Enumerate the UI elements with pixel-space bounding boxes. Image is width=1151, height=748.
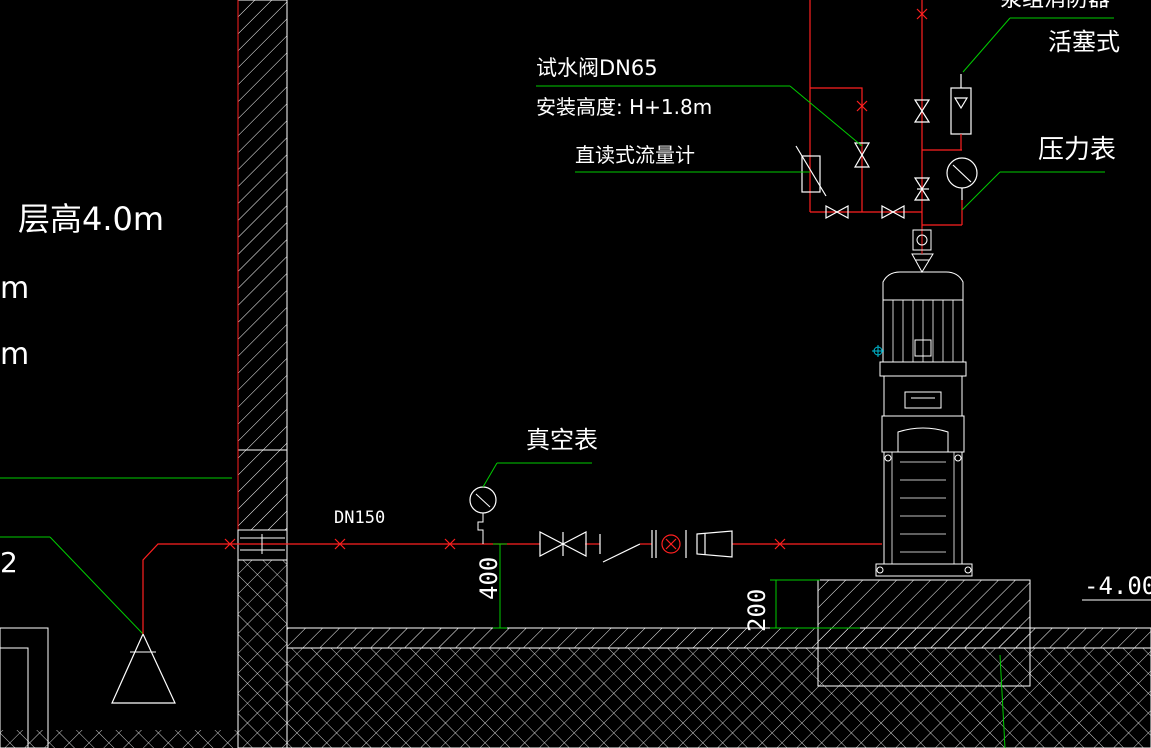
vacuum-gauge-label: 真空表 bbox=[526, 426, 598, 454]
pressure-gauge-label: 压力表 bbox=[1038, 135, 1116, 165]
flow-meter bbox=[795, 145, 827, 197]
rubber-joint bbox=[655, 530, 687, 558]
top-cut-label: 泵组消防器 bbox=[1000, 0, 1110, 12]
dimension-200-label: 200 bbox=[743, 589, 771, 632]
elevation-label: -4.00 bbox=[1084, 572, 1151, 600]
vacuum-gauge bbox=[469, 462, 592, 544]
left-m-label-2: m bbox=[0, 337, 29, 372]
gate-valve bbox=[539, 531, 587, 557]
left-2-label: 2 bbox=[0, 546, 18, 579]
vertical-pump bbox=[872, 228, 976, 581]
reducer bbox=[696, 530, 733, 558]
pump-accent-mark bbox=[872, 345, 884, 357]
flow-meter-label: 直读式流量计 bbox=[575, 143, 695, 167]
check-valve bbox=[599, 530, 653, 563]
dimension-400-label: 400 bbox=[475, 557, 503, 600]
test-valve-label: 试水阀DN65 bbox=[536, 56, 658, 80]
install-height-label: 安装高度: H+1.8m bbox=[536, 95, 712, 119]
left-structure bbox=[0, 477, 238, 748]
discharge-piping bbox=[809, 0, 963, 228]
piston-label: 活塞式 bbox=[1048, 28, 1120, 56]
suction-inlet-cone bbox=[0, 536, 176, 704]
pump-foundation bbox=[817, 579, 1031, 687]
floor-height-label: 层高4.0m bbox=[18, 200, 164, 238]
wall-column bbox=[237, 0, 288, 748]
discharge-valves bbox=[825, 99, 931, 220]
cad-drawing-canvas: 泵组消防器 活塞式 试水阀DN65 安装高度: H+1.8m 直读式流量计 压力… bbox=[0, 0, 1151, 748]
pressure-gauge-symbol bbox=[946, 157, 978, 200]
pipe-size-label: DN150 bbox=[334, 508, 385, 528]
left-m-label-1: m bbox=[0, 271, 29, 306]
water-hammer-arrestor bbox=[950, 74, 972, 150]
